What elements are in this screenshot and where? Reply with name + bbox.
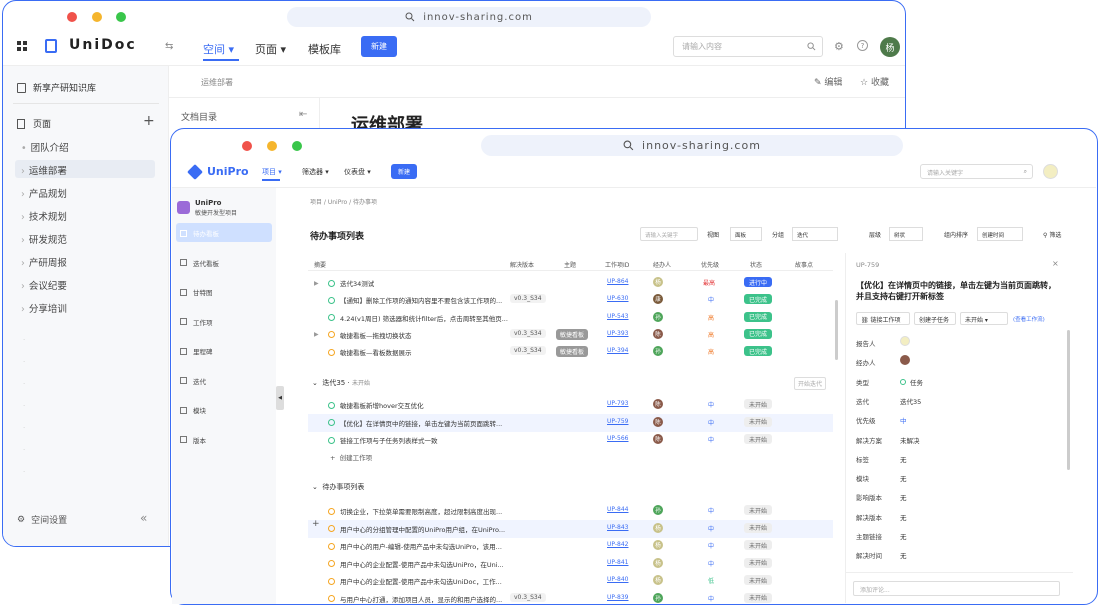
url-text: innov-sharing.com	[642, 139, 761, 152]
placeholder-bullet: ·	[23, 468, 26, 476]
search-icon	[405, 12, 415, 22]
pages-header: 页面	[17, 117, 51, 130]
search-icon	[623, 140, 634, 151]
toc-collapse-icon[interactable]: ⇤	[299, 109, 307, 120]
sidebar-item[interactable]: › 会议纪要	[15, 275, 155, 293]
bullet-icon: •	[21, 143, 27, 154]
chevron-right-icon: ›	[21, 235, 25, 246]
nav-page[interactable]: 页面 ▾	[255, 41, 286, 57]
gear-icon[interactable]: ⚙	[834, 40, 844, 53]
chevron-right-icon: ›	[21, 166, 25, 177]
collapse-sidebar-icon[interactable]: «	[140, 511, 147, 525]
book-icon	[17, 82, 26, 93]
sidebar-item[interactable]: › 产研周报	[15, 252, 155, 270]
address-bar[interactable]: innov-sharing.com	[287, 7, 651, 27]
placeholder-bullet: ·	[23, 446, 26, 454]
unipro-window: innov-sharing.com	[170, 128, 1098, 605]
minimize-dot[interactable]	[92, 12, 102, 22]
apps-grid-icon[interactable]	[17, 41, 27, 51]
sidebar-item[interactable]: › 技术规划	[15, 206, 155, 224]
close-dot[interactable]	[67, 12, 77, 22]
app-logo-icon	[45, 39, 57, 53]
url-text: innov-sharing.com	[423, 11, 533, 23]
search-input[interactable]: 请输入内容	[673, 36, 823, 57]
sidebar-item[interactable]: › 研发规范	[15, 229, 155, 247]
chevron-right-icon: ›	[21, 304, 25, 315]
sidebar-item[interactable]: › 运维部署	[15, 160, 155, 178]
chevron-right-icon: ›	[21, 258, 25, 269]
breadcrumb[interactable]: 运维部署	[201, 77, 233, 88]
chevron-right-icon: ›	[21, 189, 25, 200]
user-avatar[interactable]: 杨	[880, 37, 900, 57]
sidebar-item[interactable]: › 分享培训	[15, 298, 155, 316]
app-name: UniDoc	[69, 37, 137, 53]
toc-title: 文档目录	[181, 113, 218, 123]
collapse-icon[interactable]: ⇆	[165, 41, 173, 52]
placeholder-bullet: ·	[23, 380, 26, 388]
gear-icon: ⚙	[17, 514, 26, 525]
maximize-dot[interactable]	[116, 12, 126, 22]
kb-title[interactable]: 新享产研知识库	[17, 81, 96, 94]
new-button[interactable]: 新建	[361, 36, 397, 57]
placeholder-bullet: ·	[23, 424, 26, 432]
close-dot[interactable]	[242, 141, 252, 151]
add-page-button[interactable]: +	[143, 113, 155, 129]
minimize-dot[interactable]	[267, 141, 277, 151]
placeholder-bullet: ·	[23, 358, 26, 366]
nav-template[interactable]: 模板库	[308, 41, 341, 57]
sidebar-item[interactable]: › 产品规划	[15, 183, 155, 201]
space-settings[interactable]: ⚙ 空间设置	[17, 513, 67, 527]
chevron-right-icon: ›	[21, 212, 25, 223]
search-icon	[807, 42, 816, 51]
maximize-dot[interactable]	[292, 141, 302, 151]
address-bar[interactable]: innov-sharing.com	[481, 135, 903, 156]
placeholder-bullet: ·	[23, 402, 26, 410]
help-icon[interactable]: ?	[857, 40, 868, 51]
chevron-right-icon: ›	[21, 281, 25, 292]
sidebar-item[interactable]: • 团队介绍	[15, 137, 155, 155]
favorite-button[interactable]: ☆ 收藏	[860, 75, 889, 88]
nav-space[interactable]: 空间 ▾	[203, 41, 234, 57]
placeholder-bullet: ·	[23, 336, 26, 344]
edit-button[interactable]: ✎ 编辑	[814, 75, 842, 88]
page-icon	[17, 118, 25, 129]
